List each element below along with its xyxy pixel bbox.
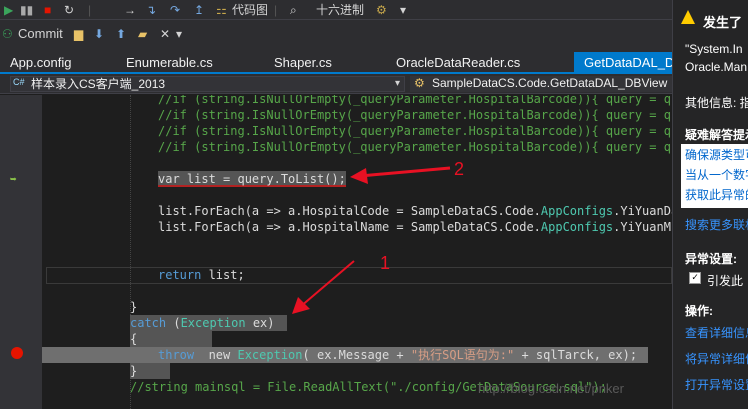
annotation-arrow-2 [359,166,451,178]
tools-icon[interactable]: ✕ [160,26,170,42]
open-exception-settings-link[interactable]: 打开异常设置 [685,376,748,393]
current-statement-arrow-icon: ➥ [10,173,17,186]
break-on-exception-checkbox[interactable]: ✓ [689,272,701,284]
scm-toolbar: ⚇ Commit ▆ ⬇ ⬆ ▰ ✕ ▾ [0,20,672,52]
tab-shaper[interactable]: Shaper.cs [264,52,384,74]
actions-heading: 操作: [685,304,713,318]
continue-icon[interactable]: ▶ [4,2,13,18]
git-icon: ⚇ [2,27,13,41]
exception-popup: 发生了 "System.In Oracle.Man 其他信息: 指 疑难解答提示… [672,0,748,409]
breakpoint-icon[interactable] [11,347,23,359]
project-dropdown[interactable]: C# 样本录入CS客户端_2013 ▾ [10,76,405,92]
class-icon: ⚙ [414,76,425,90]
tip-link[interactable]: 确保源类型可 [685,146,748,163]
step-into-icon[interactable]: ↴ [146,2,156,18]
tip-link[interactable]: 当从一个数字 [685,166,748,183]
search-online-link[interactable]: 搜索更多联机 [685,216,748,233]
dropdown-icon[interactable]: ▾ [400,2,406,18]
dropdown-icon[interactable]: ▾ [176,26,182,42]
troubleshooting-heading: 疑难解答提示 [685,128,748,142]
codemap-icon[interactable]: ⚏ [216,2,227,18]
push-icon[interactable]: ⬆ [116,26,126,42]
warning-icon [681,10,695,24]
csharp-project-icon: C# [13,77,25,87]
search-icon[interactable]: ⌕ [290,2,297,18]
stop-icon[interactable]: ■ [44,2,51,18]
code-editor[interactable]: //if (string.IsNullOrEmpty(_queryParamet… [42,95,672,409]
show-next-statement-icon[interactable]: → [124,2,136,18]
copy-details-link[interactable]: 将异常详细信 [685,350,748,367]
restart-icon[interactable]: ↻ [64,2,74,18]
tab-oracle-data-reader[interactable]: OracleDataReader.cs [386,52,576,74]
stash-icon[interactable]: ▰ [138,26,147,42]
tips-list: 确保源类型可 当从一个数字 获取此异常的 [681,144,748,208]
exception-settings-heading: 异常设置: [685,252,737,266]
pull-icon[interactable]: ⬇ [94,26,104,42]
step-out-icon[interactable]: ↥ [194,2,204,18]
tab-app-config[interactable]: App.config [0,52,112,74]
break-on-exception-label: 引发此 [707,274,744,288]
annotation-arrows [292,166,451,314]
member-dropdown[interactable]: ⚙ SampleDataCS.Code.GetDataDAL_DBView [410,76,672,92]
step-over-icon[interactable]: ↷ [170,2,180,18]
debug-toolbar: ▶ ▮▮ ■ ↻ | → ↴ ↷ ↥ ⚏ 代码图 | ⌕ 十六进制 ⚙ ▾ [0,0,672,20]
tab-enumerable[interactable]: Enumerable.cs [116,52,262,74]
break-all-icon[interactable]: ▮▮ [20,2,33,18]
annotation-arrow-1 [299,260,355,308]
view-details-link[interactable]: 查看详细信息 [685,324,748,341]
exception-source: Oracle.Man [685,60,748,74]
tip-link[interactable]: 获取此异常的 [685,186,748,203]
commit-button[interactable]: Commit [18,26,63,42]
thread-icon[interactable]: ⚙ [376,2,387,18]
chevron-down-icon: ▾ [394,78,400,89]
tab-get-data-dal[interactable]: GetDataDAL_DB [574,52,683,74]
more-info-label: 其他信息: 指 [685,96,748,110]
navigation-bar: C# 样本录入CS客户端_2013 ▾ ⚙ SampleDataCS.Code.… [0,74,672,94]
exception-type: "System.In [685,42,743,56]
popup-title: 发生了 [703,15,743,30]
watermark: http://blog.csdn.net/pnker [478,381,624,396]
hex-toggle-button[interactable]: 十六进制 [316,2,364,18]
folder-icon[interactable]: ▆ [74,26,83,42]
codemap-button[interactable]: 代码图 [232,2,268,18]
glyph-margin[interactable]: ➥ [0,95,42,409]
document-tabs: App.config Enumerable.cs Shaper.cs Oracl… [0,52,683,74]
